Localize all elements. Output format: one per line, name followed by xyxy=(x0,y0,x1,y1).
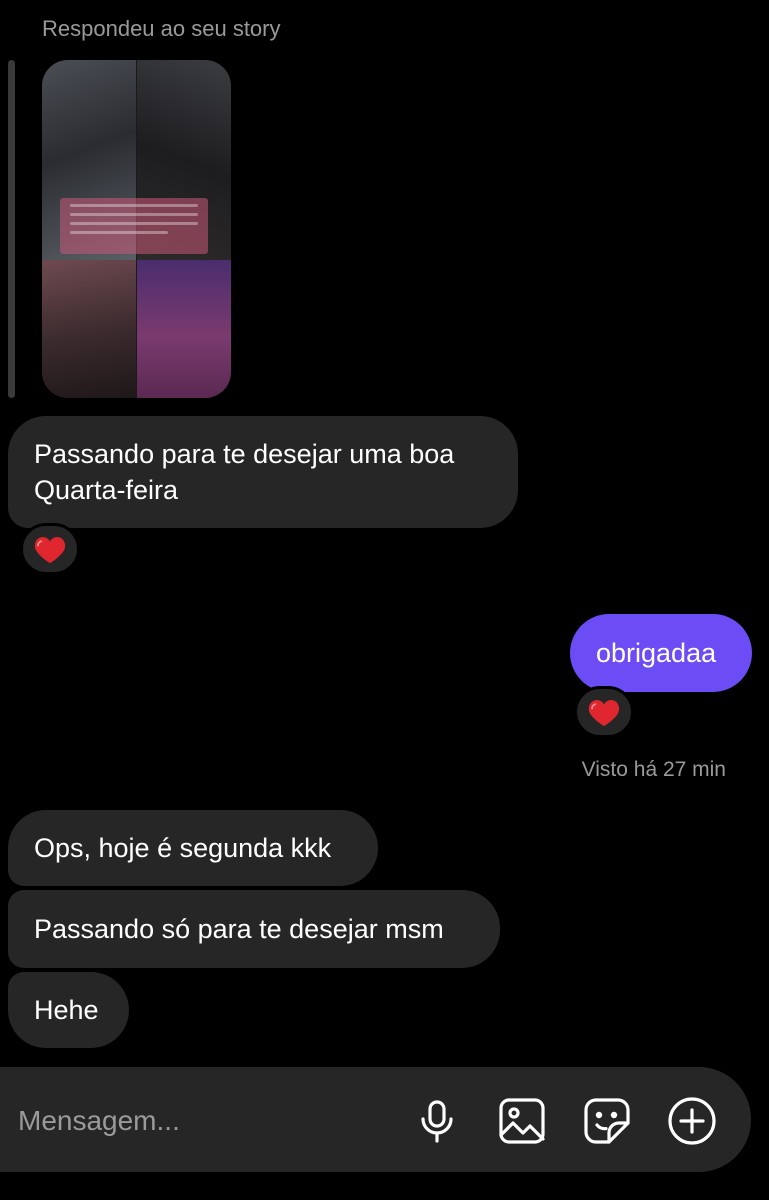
gallery-icon[interactable] xyxy=(496,1095,548,1147)
message-text: Hehe xyxy=(34,995,99,1025)
seen-status: Visto há 27 min xyxy=(581,758,726,781)
message-bubble-incoming[interactable]: Hehe xyxy=(8,972,129,1048)
message-reaction[interactable] xyxy=(20,523,80,575)
message-text: Passando só para te desejar msm xyxy=(34,914,444,944)
message-bubble-incoming[interactable]: Ops, hoje é segunda kkk xyxy=(8,810,378,886)
plus-icon[interactable] xyxy=(666,1095,718,1147)
story-photo-bottom-left xyxy=(42,260,136,398)
message-text: obrigadaa xyxy=(596,638,717,668)
story-text-card xyxy=(60,198,208,254)
message-bubble-outgoing[interactable]: obrigadaa xyxy=(570,614,752,692)
microphone-icon[interactable] xyxy=(411,1095,463,1147)
story-reply-caption: Respondeu ao seu story xyxy=(42,16,281,41)
reply-indicator-bar xyxy=(8,60,15,398)
heart-reaction-icon xyxy=(588,700,620,727)
story-photo-bottom-right xyxy=(137,260,231,398)
message-reaction[interactable] xyxy=(574,686,634,738)
sticker-icon[interactable] xyxy=(581,1095,633,1147)
heart-reaction-icon xyxy=(34,537,66,564)
message-bubble-incoming[interactable]: Passando só para te desejar msm xyxy=(8,890,500,968)
message-input[interactable] xyxy=(18,1101,378,1141)
message-text: Ops, hoje é segunda kkk xyxy=(34,833,332,863)
message-composer xyxy=(0,1067,751,1172)
story-thumbnail[interactable] xyxy=(42,60,231,398)
message-text: Passando para te desejar uma boa Quarta-… xyxy=(34,439,455,505)
message-bubble-incoming[interactable]: Passando para te desejar uma boa Quarta-… xyxy=(8,416,518,528)
